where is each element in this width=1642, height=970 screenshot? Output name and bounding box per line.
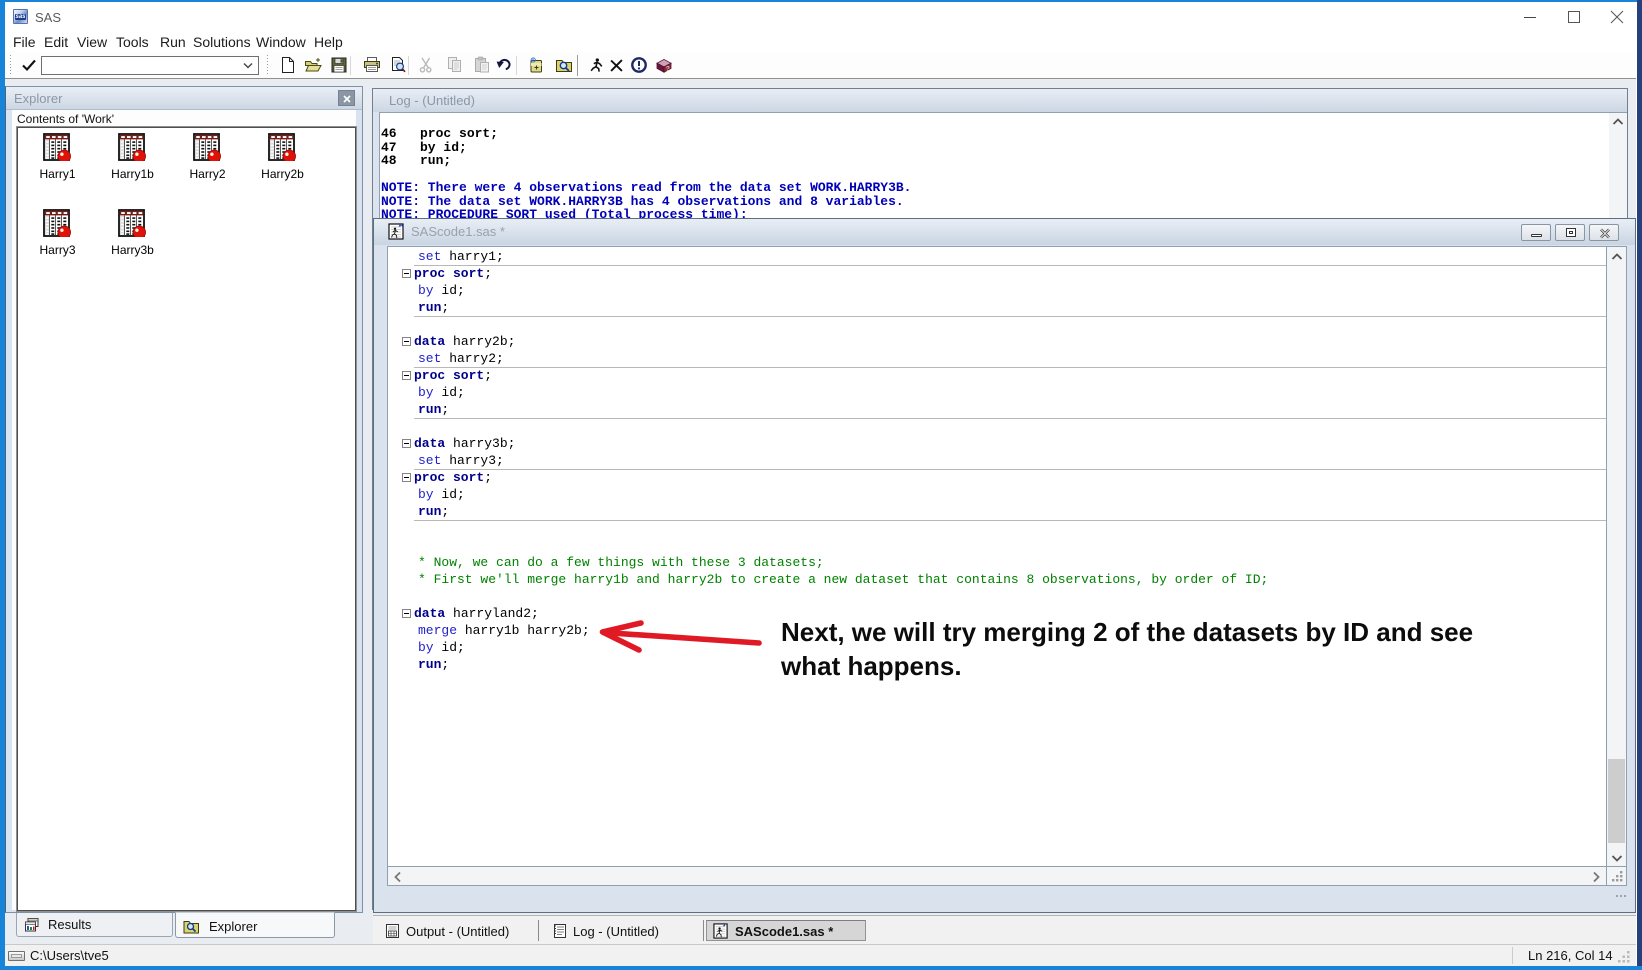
- svg-text:?: ?: [666, 66, 670, 73]
